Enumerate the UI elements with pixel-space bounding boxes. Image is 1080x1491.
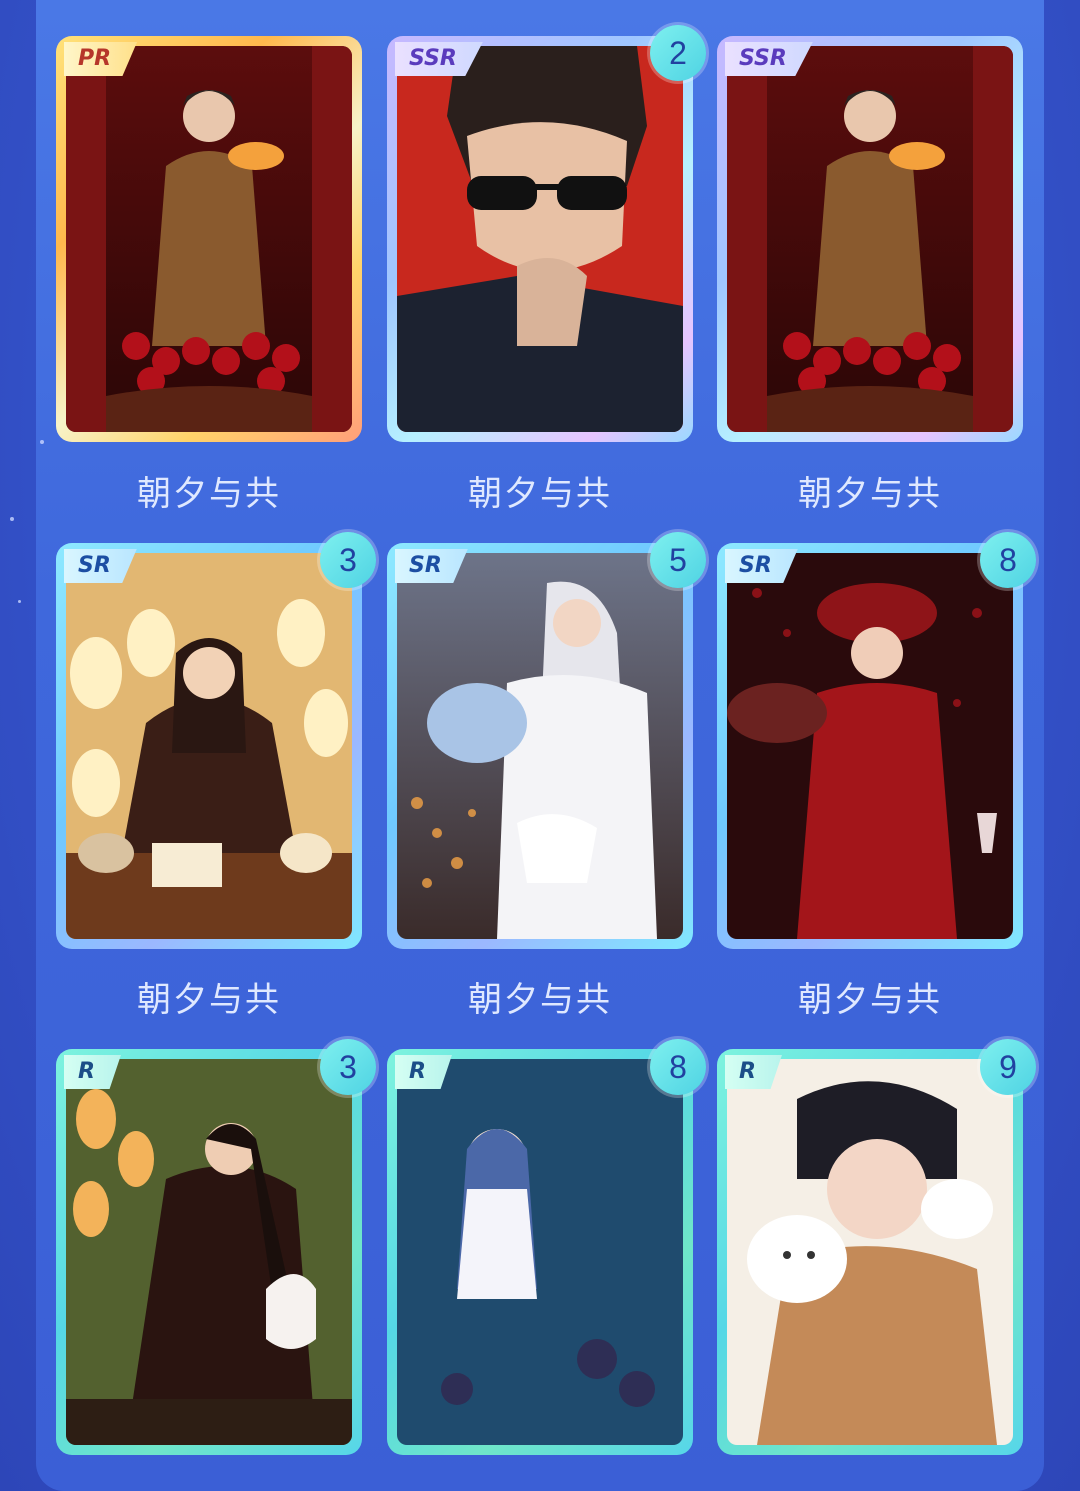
card-title: 朝夕与共 [137, 980, 281, 1020]
card-9[interactable]: R [717, 1049, 1023, 1455]
card-7-count-badge: 3 [320, 1039, 376, 1095]
card-art-smiling-cats [727, 1059, 1013, 1445]
card-1[interactable]: PR [56, 36, 362, 442]
card-title: 朝夕与共 [137, 474, 281, 514]
card-title: 朝夕与共 [798, 474, 942, 514]
card-7[interactable]: R [56, 1049, 362, 1455]
card-8-count-badge: 8 [650, 1039, 706, 1095]
card-art-sunglasses [397, 46, 683, 432]
card-art-violinist [727, 46, 1013, 432]
card-art-calligrapher [66, 553, 352, 939]
card-title: 朝夕与共 [468, 980, 612, 1020]
card-6-count-badge: 8 [980, 532, 1036, 588]
background-star [18, 600, 21, 603]
card-title: 朝夕与共 [798, 980, 942, 1020]
card-6[interactable]: SR [717, 543, 1023, 949]
card-3[interactable]: SSR [717, 36, 1023, 442]
card-art-moon-chibi [397, 1059, 683, 1445]
background-star [40, 440, 44, 444]
card-2[interactable]: SSR [387, 36, 693, 442]
card-art-violinist [66, 46, 352, 432]
card-9-count-badge: 9 [980, 1039, 1036, 1095]
card-art-red-hat [727, 553, 1013, 939]
card-4-count-badge: 3 [320, 532, 376, 588]
card-8[interactable]: R [387, 1049, 693, 1455]
card-art-rabbit-mask [66, 1059, 352, 1445]
card-5[interactable]: SR [387, 543, 693, 949]
card-4[interactable]: SR [56, 543, 362, 949]
card-title: 朝夕与共 [468, 474, 612, 514]
card-5-count-badge: 5 [650, 532, 706, 588]
card-art-white-suit [397, 553, 683, 939]
background-star [10, 517, 14, 521]
card-2-count-badge: 2 [650, 25, 706, 81]
